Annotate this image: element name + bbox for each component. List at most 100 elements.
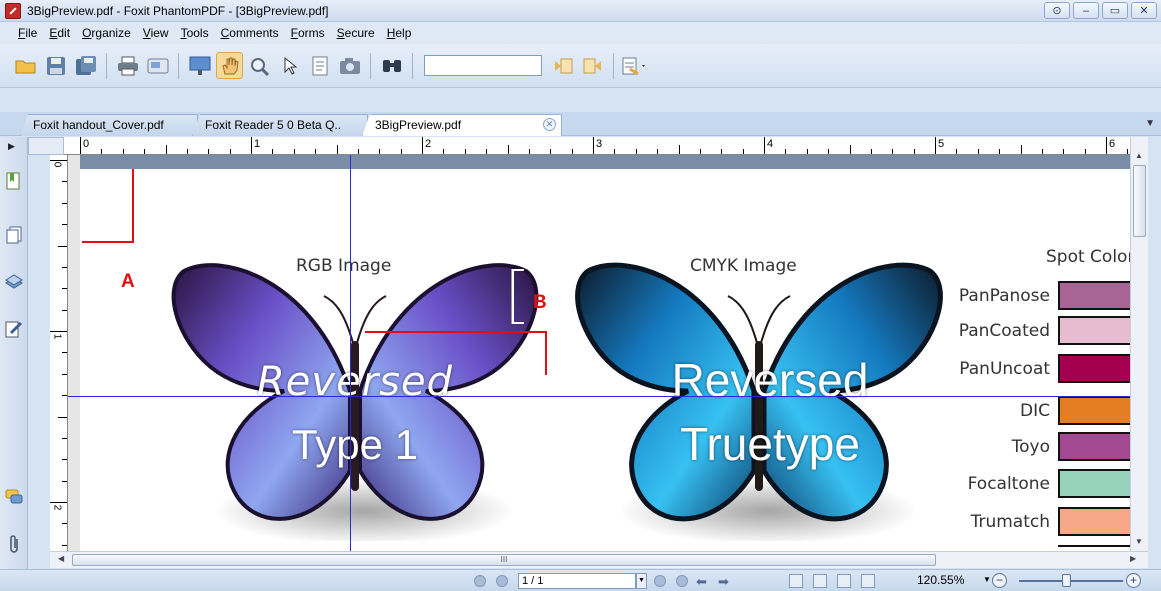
vertical-scrollbar[interactable]: ▲ ▼ xyxy=(1130,137,1148,551)
vertical-guide-line[interactable] xyxy=(350,155,351,551)
ruler-minor-tick xyxy=(1127,149,1129,154)
layers-icon[interactable] xyxy=(5,272,23,292)
comments-icon[interactable] xyxy=(5,487,23,507)
menu-file[interactable]: File xyxy=(12,26,43,40)
ruler-minor-tick xyxy=(828,149,830,154)
form-options-icon[interactable] xyxy=(621,52,648,79)
ruler-minor-tick xyxy=(272,149,274,154)
spot-color-swatch xyxy=(1058,354,1130,383)
scroll-thumb-grip: III xyxy=(500,555,508,564)
ruler-minor-tick xyxy=(1063,149,1065,154)
select-cursor-icon[interactable] xyxy=(276,52,303,79)
page-number-input[interactable]: 1 / 1 xyxy=(518,573,636,589)
annotation-a-vertical-line xyxy=(132,169,134,242)
maximize-button[interactable]: ▭ xyxy=(1102,2,1128,19)
tab-close-icon[interactable]: ✕ xyxy=(543,118,556,131)
zoom-dropdown-icon[interactable]: ▼ xyxy=(983,575,991,584)
foxit-logo-icon xyxy=(5,2,21,19)
ruler-label: 6 xyxy=(1109,138,1116,150)
spot-color-name: PanUncoat xyxy=(959,358,1050,379)
menu-forms[interactable]: Forms xyxy=(285,26,331,40)
spot-color-name: Toyo xyxy=(1011,436,1050,457)
continuous-view-icon[interactable] xyxy=(813,574,827,588)
bookmarks-icon[interactable] xyxy=(5,171,23,191)
horizontal-ruler: 0 1 2 3 4 5 6 xyxy=(64,137,1147,155)
loupe-icon[interactable] xyxy=(246,52,273,79)
find-input[interactable] xyxy=(424,55,542,76)
document-view[interactable]: RGB Image Reversed Type 1 CMYK Image Rev… xyxy=(68,155,1130,551)
previous-page-icon[interactable] xyxy=(496,575,508,587)
scroll-down-icon[interactable]: ▼ xyxy=(1135,537,1143,546)
facing-view-icon[interactable] xyxy=(837,574,851,588)
scroll-right-icon[interactable]: ▶ xyxy=(1130,554,1136,563)
open-folder-icon[interactable] xyxy=(12,52,39,79)
menu-view[interactable]: View xyxy=(137,26,175,40)
snapshot-icon[interactable] xyxy=(336,52,363,79)
tab-list-dropdown-icon[interactable]: ▼ xyxy=(1145,118,1155,129)
attachments-icon[interactable] xyxy=(5,534,23,554)
window-controls: ⊙ – ▭ ✕ xyxy=(1044,2,1157,19)
zoom-in-button[interactable]: + xyxy=(1126,573,1141,588)
find-next-icon[interactable] xyxy=(579,52,606,79)
ruler-minor-tick xyxy=(849,145,851,154)
zoom-out-button[interactable]: − xyxy=(992,573,1007,588)
ruler-minor-tick xyxy=(62,309,67,311)
ruler-minor-tick xyxy=(443,149,445,154)
pages-icon[interactable] xyxy=(5,225,23,245)
menu-tools[interactable]: Tools xyxy=(175,26,215,40)
go-back-icon[interactable]: ⬅ xyxy=(696,574,707,590)
menu-organize[interactable]: Organize xyxy=(76,26,137,40)
minimize-button[interactable]: – xyxy=(1073,2,1099,19)
ruler-minor-tick xyxy=(62,266,67,268)
ruler-label: 0 xyxy=(83,138,90,150)
menu-edit[interactable]: Edit xyxy=(43,26,76,40)
go-forward-icon[interactable]: ➡ xyxy=(718,574,729,590)
ruler-minor-tick xyxy=(1020,145,1022,154)
ribbon-toggle-button[interactable]: ⊙ xyxy=(1044,2,1070,19)
scan-icon[interactable] xyxy=(144,52,171,79)
close-button[interactable]: ✕ xyxy=(1131,2,1157,19)
print-icon[interactable] xyxy=(114,52,141,79)
ruler-major-tick xyxy=(935,137,936,154)
page-dropdown-icon[interactable]: ▼ xyxy=(636,573,647,589)
tab-3bigpreview[interactable]: 3BigPreview.pdf xyxy=(362,114,562,136)
signatures-icon[interactable] xyxy=(5,319,23,339)
menu-secure[interactable]: Secure xyxy=(331,26,381,40)
ruler-minor-tick xyxy=(956,149,958,154)
next-page-icon[interactable] xyxy=(654,575,666,587)
continuous-facing-view-icon[interactable] xyxy=(861,574,875,588)
tab-foxit-reader-beta[interactable]: Foxit Reader 5 0 Beta Q.. xyxy=(192,114,368,136)
scroll-left-icon[interactable]: ◀ xyxy=(58,554,64,563)
ruler-minor-tick xyxy=(144,149,146,154)
ruler-label: 5 xyxy=(938,138,945,150)
toolbar-separator xyxy=(613,52,614,79)
menu-comments[interactable]: Comments xyxy=(215,26,285,40)
last-page-icon[interactable] xyxy=(676,575,688,587)
text-select-icon[interactable] xyxy=(306,52,333,79)
horizontal-guide-line[interactable] xyxy=(68,396,1130,397)
panel-expand-icon[interactable]: ▶ xyxy=(8,141,15,152)
spot-color-name: PanCoated xyxy=(958,320,1050,341)
tab-foxit-handout-cover[interactable]: Foxit handout_Cover.pdf xyxy=(20,114,198,136)
first-page-icon[interactable] xyxy=(474,575,486,587)
zoom-level[interactable]: 120.55% xyxy=(917,573,964,587)
spot-color-swatch xyxy=(1058,507,1130,536)
ruler-label: 4 xyxy=(767,138,774,150)
save-all-icon[interactable] xyxy=(72,52,99,79)
menu-help[interactable]: Help xyxy=(381,26,418,40)
save-icon[interactable] xyxy=(42,52,69,79)
horizontal-scrollbar[interactable]: ◀ III ▶ xyxy=(50,551,1148,568)
vertical-scroll-thumb[interactable] xyxy=(1133,165,1146,237)
find-previous-icon[interactable] xyxy=(549,52,576,79)
zoom-slider-thumb[interactable] xyxy=(1061,574,1071,587)
ruler-minor-tick xyxy=(62,544,67,546)
hand-tool-icon[interactable] xyxy=(216,52,243,79)
zoom-slider-track[interactable] xyxy=(1019,580,1123,582)
ruler-minor-tick xyxy=(464,149,466,154)
find-icon[interactable] xyxy=(378,52,405,79)
single-page-view-icon[interactable] xyxy=(789,574,803,588)
horizontal-scroll-thumb[interactable]: III xyxy=(72,554,936,566)
vertical-ruler: 0 1 2 xyxy=(50,155,68,551)
presentation-icon[interactable] xyxy=(186,52,213,79)
scroll-up-icon[interactable]: ▲ xyxy=(1135,151,1143,160)
